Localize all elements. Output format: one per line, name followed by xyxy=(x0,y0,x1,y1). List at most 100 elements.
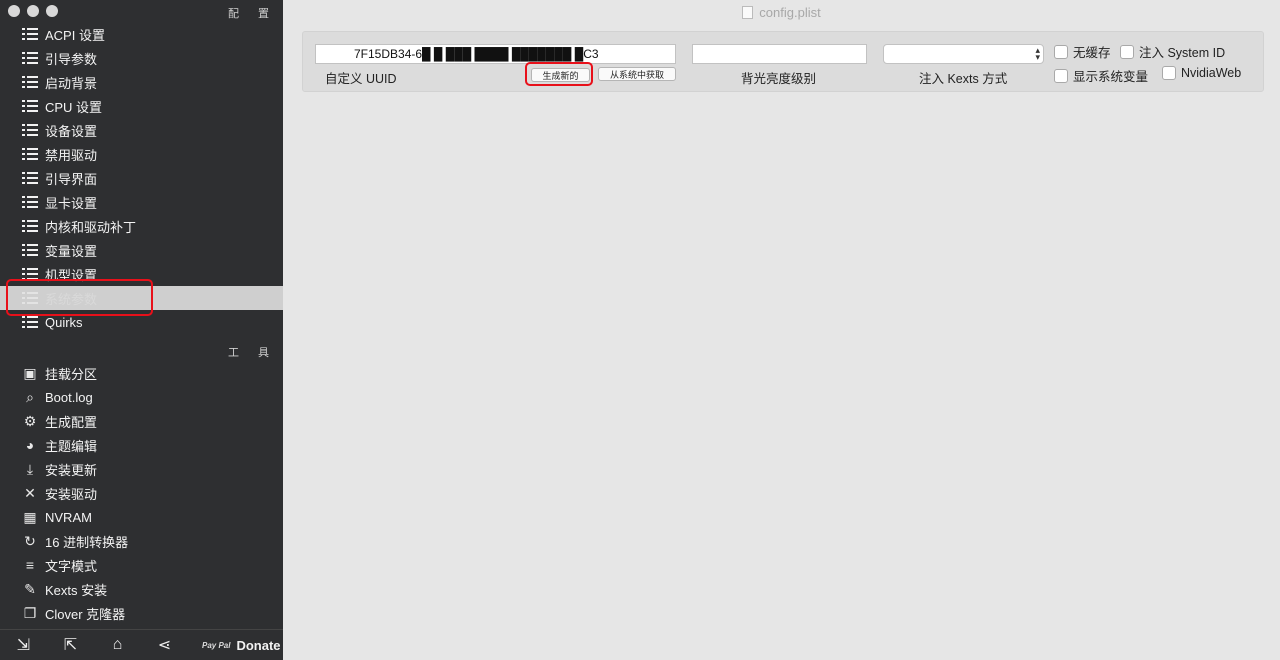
donate-label: Donate xyxy=(236,637,281,653)
tool-item[interactable]: ✕ 安装驱动 xyxy=(0,481,283,505)
list-icon xyxy=(22,50,38,66)
sidebar-item[interactable]: CPU 设置 xyxy=(0,94,283,118)
tool-item[interactable]: ⤓ 安装更新 xyxy=(0,457,283,481)
generate-new-uuid-button[interactable]: 生成新的 xyxy=(531,68,590,82)
sidebar-item-label: 变量设置 xyxy=(45,243,98,259)
backlight-level-field[interactable] xyxy=(692,44,867,64)
wrench-screwdriver-icon: ✕ xyxy=(24,485,36,501)
export-button[interactable]: ⇱ xyxy=(47,635,94,655)
donate-button[interactable]: Pay Pal Donate xyxy=(202,638,281,653)
sidebar-item[interactable]: 机型设置 xyxy=(0,262,283,286)
show-system-vars-checkbox[interactable]: 显示系统变量 xyxy=(1054,66,1148,85)
paypal-icon: Pay Pal xyxy=(202,640,231,650)
list-icon xyxy=(22,218,38,234)
sidebar-item-label: 内核和驱动补丁 xyxy=(45,219,137,235)
home-icon: ⌂ xyxy=(112,636,123,653)
sidebar-item[interactable]: 引导参数 xyxy=(0,46,283,70)
tool-item[interactable]: ⚙ 生成配置 xyxy=(0,409,283,433)
import-button[interactable]: ⇲ xyxy=(0,635,47,655)
tools-section-label: 工 具 xyxy=(227,347,277,359)
sidebar-item-label: 引导参数 xyxy=(45,51,98,67)
sidebar-item[interactable]: 禁用驱动 xyxy=(0,142,283,166)
tool-item[interactable]: ✎ Kexts 安装 xyxy=(0,577,283,601)
sidebar-item[interactable]: 系统参数 xyxy=(0,286,283,310)
sidebar-item[interactable]: ACPI 设置 xyxy=(0,22,283,46)
list-icon xyxy=(22,98,38,114)
download-icon: ⤓ xyxy=(26,461,34,477)
tool-item[interactable]: ↻ 16 进制转换器 xyxy=(0,529,283,553)
tool-item-label: 生成配置 xyxy=(45,414,98,430)
backlight-level-label: 背光亮度级别 xyxy=(741,72,817,86)
inject-system-id-label: 注入 System ID xyxy=(1139,46,1226,60)
sidebar-item[interactable]: 内核和驱动补丁 xyxy=(0,214,283,238)
tool-item[interactable]: ▦ NVRAM xyxy=(0,505,283,529)
sidebar-item-label: 引导界面 xyxy=(45,171,98,187)
sidebar-item[interactable]: 变量设置 xyxy=(0,238,283,262)
sidebar-item[interactable]: 引导界面 xyxy=(0,166,283,190)
gears-icon: ⚙ xyxy=(23,413,37,429)
sidebar-item-label: 显卡设置 xyxy=(45,195,98,211)
tool-item[interactable]: ≡ 文字模式 xyxy=(0,553,283,577)
tool-item-label: 16 进制转换器 xyxy=(45,534,129,550)
sidebar-item[interactable]: 设备设置 xyxy=(0,118,283,142)
get-from-system-button[interactable]: 从系统中获取 xyxy=(598,67,676,81)
tool-item-label: 文字模式 xyxy=(45,558,98,574)
tool-item-label: 安装驱动 xyxy=(45,486,98,502)
sidebar-item[interactable]: 显卡设置 xyxy=(0,190,283,214)
show-system-vars-label: 显示系统变量 xyxy=(1073,70,1149,84)
home-button[interactable]: ⌂ xyxy=(94,636,141,654)
minimize-window-button[interactable] xyxy=(27,5,39,17)
nvidiaweb-label: NvidiaWeb xyxy=(1181,66,1242,80)
list-icon xyxy=(22,170,38,186)
inject-kexts-select[interactable]: ▴ ▾ xyxy=(883,44,1044,64)
inject-kexts-label: 注入 Kexts 方式 xyxy=(919,72,1008,86)
chip-icon: ▦ xyxy=(23,509,37,525)
sidebar-item[interactable]: 启动背景 xyxy=(0,70,283,94)
refresh-icon: ↻ xyxy=(24,533,36,549)
checkbox-box xyxy=(1120,44,1134,59)
sidebar-item-label: Quirks xyxy=(45,314,83,330)
sidebar-item-label: 机型设置 xyxy=(45,267,98,283)
share-icon: ⋖ xyxy=(157,637,172,654)
list-icon xyxy=(22,290,38,306)
inject-system-id-checkbox[interactable]: 注入 System ID xyxy=(1120,42,1225,61)
system-parameters-panel: 7F15DB34-6█ █ ███ ████ ███████ █C3 自定义 U… xyxy=(302,31,1264,92)
sidebar-bottom-bar: ⇲ ⇱ ⌂ ⋖ Pay Pal Donate xyxy=(0,629,283,660)
tool-item[interactable]: ❐ Clover 克隆器 xyxy=(0,601,283,625)
no-caches-checkbox[interactable]: 无缓存 xyxy=(1054,42,1111,61)
tool-item[interactable]: ◕ 主题编辑 xyxy=(0,433,283,457)
sidebar-item-label: 设备设置 xyxy=(45,123,98,139)
tool-item-label: NVRAM xyxy=(45,509,92,525)
sidebar-item-label: CPU 设置 xyxy=(45,99,103,115)
list-icon xyxy=(22,314,38,330)
tool-item-label: 挂载分区 xyxy=(45,366,98,382)
copy-icon: ❐ xyxy=(23,605,37,621)
checkbox-box xyxy=(1162,66,1176,80)
tool-item[interactable]: ▣ 挂载分区 xyxy=(0,361,283,385)
document-icon xyxy=(742,5,754,19)
no-caches-label: 无缓存 xyxy=(1073,46,1111,60)
nvidiaweb-checkbox[interactable]: NvidiaWeb xyxy=(1162,66,1241,80)
share-button[interactable]: ⋖ xyxy=(141,635,188,655)
sidebar-item-label: 启动背景 xyxy=(45,75,98,91)
checkbox-box xyxy=(1054,68,1068,83)
log-search-icon: ⌕ xyxy=(26,389,34,405)
custom-uuid-field[interactable]: 7F15DB34-6█ █ ███ ████ ███████ █C3 xyxy=(315,44,676,64)
list-icon xyxy=(22,74,38,90)
window-controls xyxy=(8,5,58,17)
list-icon xyxy=(22,26,38,42)
tool-item-label: 主题编辑 xyxy=(45,438,98,454)
sidebar-item-label: 禁用驱动 xyxy=(45,147,98,163)
sidebar-item[interactable]: Quirks xyxy=(0,310,283,334)
tool-item-label: Boot.log xyxy=(45,389,93,405)
updown-chevron-icon: ▴ ▾ xyxy=(1035,45,1040,62)
zoom-window-button[interactable] xyxy=(46,5,58,17)
tool-item-label: 安装更新 xyxy=(45,462,98,478)
tool-item-label: Kexts 安装 xyxy=(45,582,108,598)
palette-icon: ◕ xyxy=(25,437,35,453)
close-window-button[interactable] xyxy=(8,5,20,17)
pen-icon: ✎ xyxy=(24,581,36,597)
config-section-label: 配 置 xyxy=(227,8,277,20)
tool-item[interactable]: ⌕ Boot.log xyxy=(0,385,283,409)
list-icon xyxy=(22,242,38,258)
